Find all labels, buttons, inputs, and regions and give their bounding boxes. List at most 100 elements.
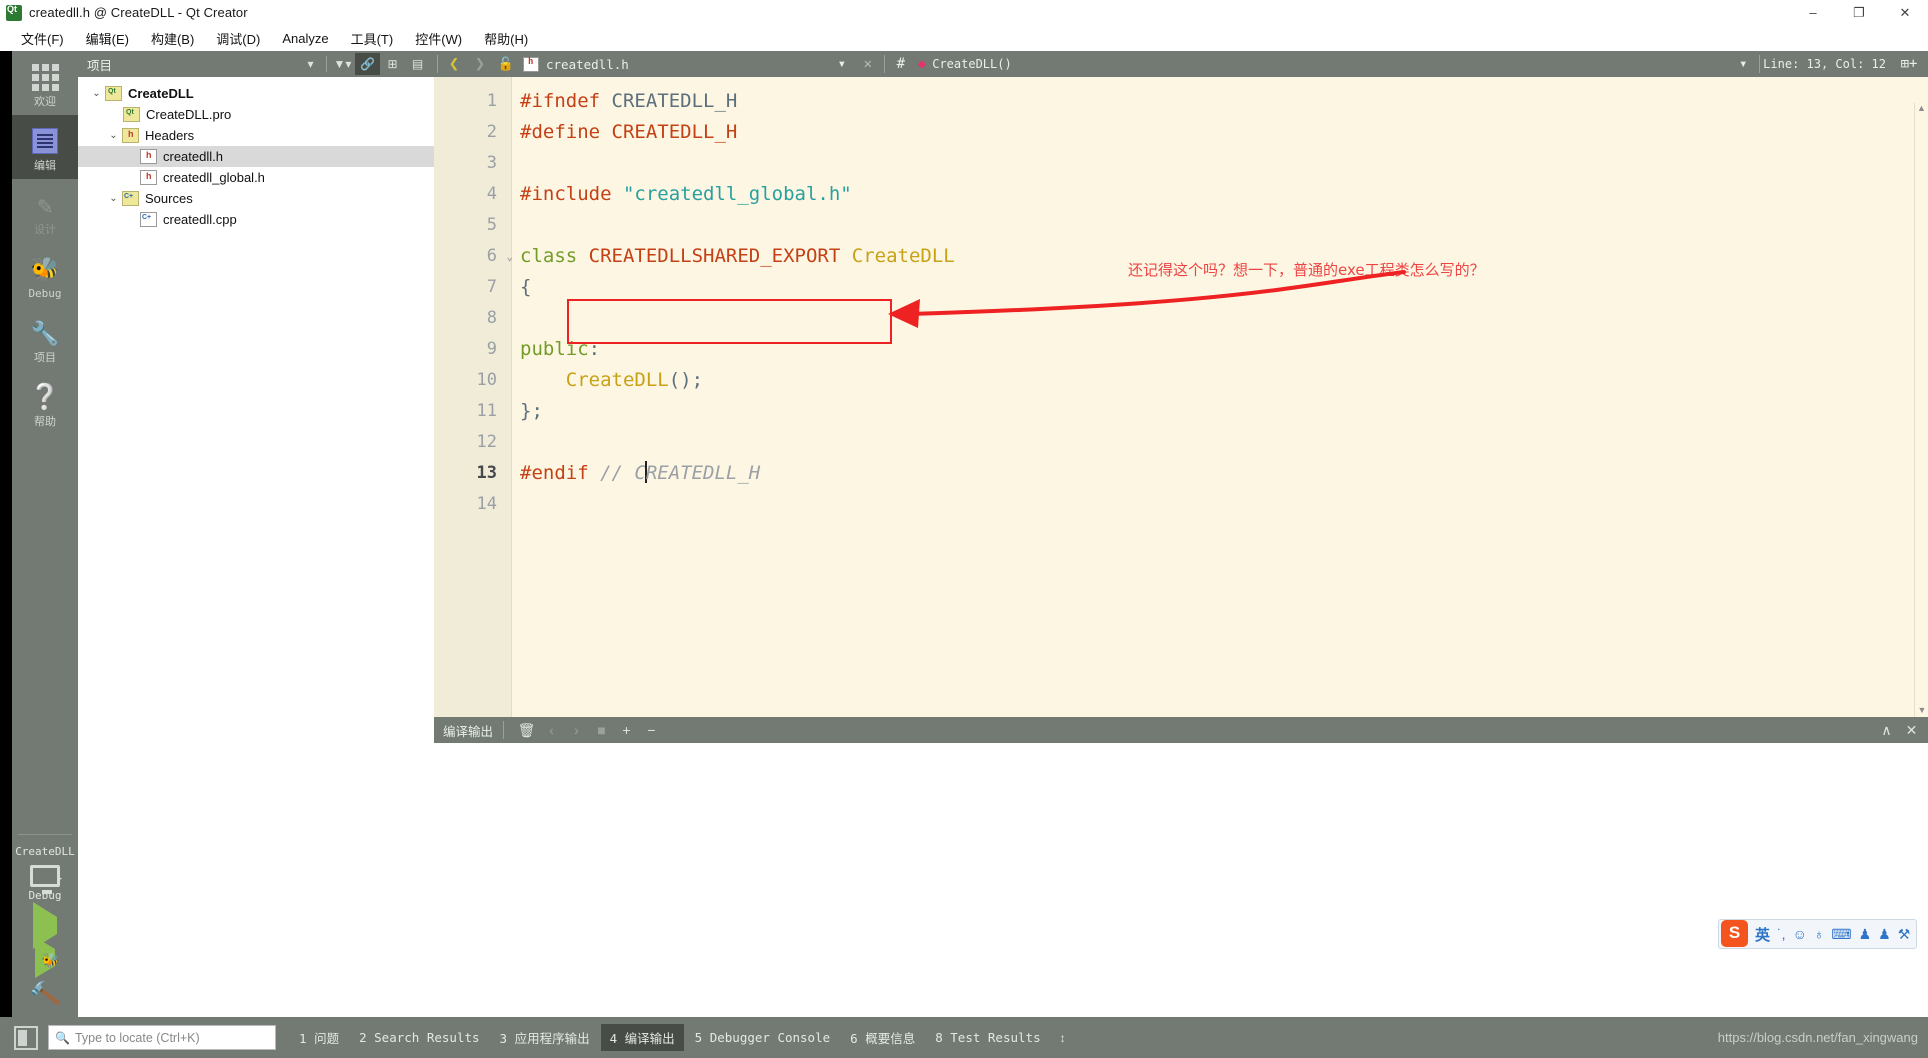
forward-arrow-icon[interactable]: ❯ — [467, 52, 493, 76]
project-view-combo[interactable]: ▾ — [298, 53, 323, 75]
start-debugging-button[interactable]: 🐝 — [35, 937, 59, 978]
output-pane-content[interactable] — [434, 743, 1928, 1017]
tab-compile-output[interactable]: 4 编译输出 — [600, 1024, 684, 1051]
chevron-down-icon[interactable]: ⌄ — [88, 88, 105, 99]
code-token: class — [520, 245, 589, 267]
menu-build[interactable]: 构建(B) — [140, 26, 205, 51]
source-code-text[interactable]: #ifndef CREATEDLL_H #define CREATEDLL_H #… — [512, 77, 1928, 717]
mode-help[interactable]: ❔ 帮助 — [12, 371, 78, 435]
maximize-button[interactable]: ❐ — [1836, 0, 1882, 25]
mode-design[interactable]: ✎ 设计 — [12, 179, 78, 243]
back-arrow-icon[interactable]: ❮ — [441, 52, 467, 76]
tree-item-headers-folder[interactable]: ⌄ Headers — [78, 125, 434, 146]
minimize-button[interactable]: – — [1790, 0, 1836, 25]
editor-vertical-scrollbar[interactable]: ▲ ▼ — [1914, 103, 1928, 717]
chevron-down-icon[interactable]: ⌄ — [105, 193, 122, 204]
header-divider — [326, 56, 327, 72]
ime-emoji[interactable]: ☺ — [1793, 926, 1807, 942]
mode-edit[interactable]: 编辑 — [12, 115, 78, 179]
close-pane-button[interactable]: ✕ — [1899, 718, 1924, 742]
code-token: #endif — [520, 462, 601, 484]
menu-file[interactable]: 文件(F) — [10, 26, 75, 51]
menu-window[interactable]: 控件(W) — [404, 26, 473, 51]
tree-item-createdll-cpp[interactable]: createdll.cpp — [78, 209, 434, 230]
hash-symbol-icon[interactable]: # — [888, 52, 914, 76]
grid-icon — [31, 62, 59, 92]
line-number: 3 — [486, 153, 497, 173]
open-documents-dropdown[interactable]: ▾ — [829, 52, 855, 76]
add-split-icon[interactable]: ⊞ — [380, 53, 405, 75]
scroll-up-icon[interactable]: ▲ — [1915, 103, 1928, 113]
ime-settings[interactable]: ⚒ — [1898, 926, 1911, 943]
unlocked-padlock-icon[interactable]: 🔓 — [493, 52, 519, 76]
scroll-down-icon[interactable]: ▼ — [1915, 705, 1928, 715]
link-sync-icon[interactable]: 🔗 — [355, 53, 380, 75]
tab-debugger-console[interactable]: 5 Debugger Console — [686, 1026, 839, 1049]
menu-edit[interactable]: 编辑(E) — [75, 26, 140, 51]
filter-icon[interactable]: ▼​▾ — [330, 53, 355, 75]
tab-search-results[interactable]: 2 Search Results — [350, 1026, 488, 1049]
menu-help[interactable]: 帮助(H) — [473, 26, 539, 51]
build-button[interactable]: 🔨 — [28, 978, 62, 1012]
close-document-icon[interactable]: ✕ — [855, 52, 881, 76]
sogou-logo-icon[interactable]: S — [1721, 919, 1748, 947]
tree-item-createdll-pro[interactable]: CreateDLL.pro — [78, 104, 434, 125]
locator-input[interactable]: 🔍 Type to locate (Ctrl+K) — [48, 1025, 276, 1050]
increase-font-button[interactable]: + — [614, 718, 639, 742]
chevron-down-icon[interactable]: ⌄ — [105, 130, 122, 141]
maximize-pane-button[interactable]: ∧ — [1874, 718, 1899, 742]
tab-issues[interactable]: 1 问题 — [290, 1024, 348, 1051]
editor-toolbar-right: ▾ Line: 13, Col: 12 ⊞+ — [1730, 52, 1928, 76]
tree-item-createdll-project[interactable]: ⌄ CreateDLL — [78, 83, 434, 104]
tree-item-sources-folder[interactable]: ⌄ Sources — [78, 188, 434, 209]
kit-selector-area: CreateDLL ▸ Debug 🐝 🔨 — [12, 830, 78, 1017]
prev-item-button[interactable]: ‹ — [539, 718, 564, 742]
code-viewport[interactable]: 1 2 3 4 5 6 ⌄ 7 8 9 10 11 12 13 14 #ifndef CREATEDLL_H… — [434, 77, 1928, 717]
menu-bar: 文件(F) 编辑(E) 构建(B) 调试(D) Analyze 工具(T) 控件… — [0, 25, 1928, 51]
menu-tools[interactable]: 工具(T) — [340, 26, 405, 51]
line-number: 7 — [486, 277, 497, 297]
tree-item-createdll-h[interactable]: createdll.h — [78, 146, 434, 167]
split-editor-icon[interactable]: ⊞+ — [1896, 52, 1922, 76]
ime-voice-input[interactable]: ♁ — [1814, 926, 1825, 942]
pane-resize-handle[interactable]: ↕ — [1060, 1031, 1066, 1045]
stop-button[interactable]: ■ — [589, 718, 614, 742]
ime-mode-english[interactable]: 英 — [1755, 924, 1770, 945]
mode-debug[interactable]: 🐝 Debug — [12, 243, 78, 307]
tab-general-messages[interactable]: 6 概要信息 — [841, 1024, 924, 1051]
run-button[interactable] — [33, 902, 57, 949]
menu-debug[interactable]: 调试(D) — [205, 26, 271, 51]
line-number: 13 — [476, 463, 497, 483]
close-button[interactable]: ✕ — [1882, 0, 1928, 25]
decrease-font-button[interactable]: − — [639, 718, 664, 742]
symbol-dropdown-caret[interactable]: ▾ — [1730, 52, 1756, 76]
code-token: CreateDLL — [565, 369, 669, 391]
open-document-name[interactable]: createdll.h — [546, 57, 629, 72]
kit-project-name: CreateDLL — [15, 845, 75, 858]
tab-test-results[interactable]: 8 Test Results — [926, 1026, 1049, 1049]
tree-item-label: Sources — [145, 191, 193, 206]
ime-punctuation[interactable]: ˙, — [1777, 926, 1786, 942]
ime-soft-keyboard[interactable]: ⌨ — [1831, 926, 1851, 943]
toggle-sidebar-icon[interactable] — [14, 1025, 38, 1050]
tree-item-createdll-global-h[interactable]: createdll_global.h — [78, 167, 434, 188]
bug-icon: 🐝 — [30, 256, 60, 283]
project-tree: ⌄ CreateDLL CreateDLL.pro ⌄ Headers crea… — [78, 77, 434, 1017]
next-item-button[interactable]: › — [564, 718, 589, 742]
ime-skin[interactable]: ♟ — [1878, 926, 1891, 943]
code-line: }; — [520, 396, 1928, 427]
tab-application-output[interactable]: 3 应用程序输出 — [491, 1024, 599, 1051]
code-token: CREATEDLL_H — [611, 90, 738, 112]
ime-toolbox[interactable]: ♟ — [1859, 926, 1872, 943]
menu-analyze[interactable]: Analyze — [271, 28, 339, 49]
mode-welcome[interactable]: 欢迎 — [12, 51, 78, 115]
sogou-ime-toolbar[interactable]: S 英 ˙, ☺ ♁ ⌨ ♟ ♟ ⚒ — [1718, 919, 1918, 949]
current-symbol-label[interactable]: CreateDLL() — [932, 57, 1011, 71]
close-panel-icon[interactable]: ▤ — [405, 53, 430, 75]
clear-output-button[interactable]: 🗑 — [514, 718, 539, 742]
mode-projects[interactable]: 🔧 项目 — [12, 307, 78, 371]
kit-target-selector[interactable]: ▸ — [20, 865, 70, 894]
